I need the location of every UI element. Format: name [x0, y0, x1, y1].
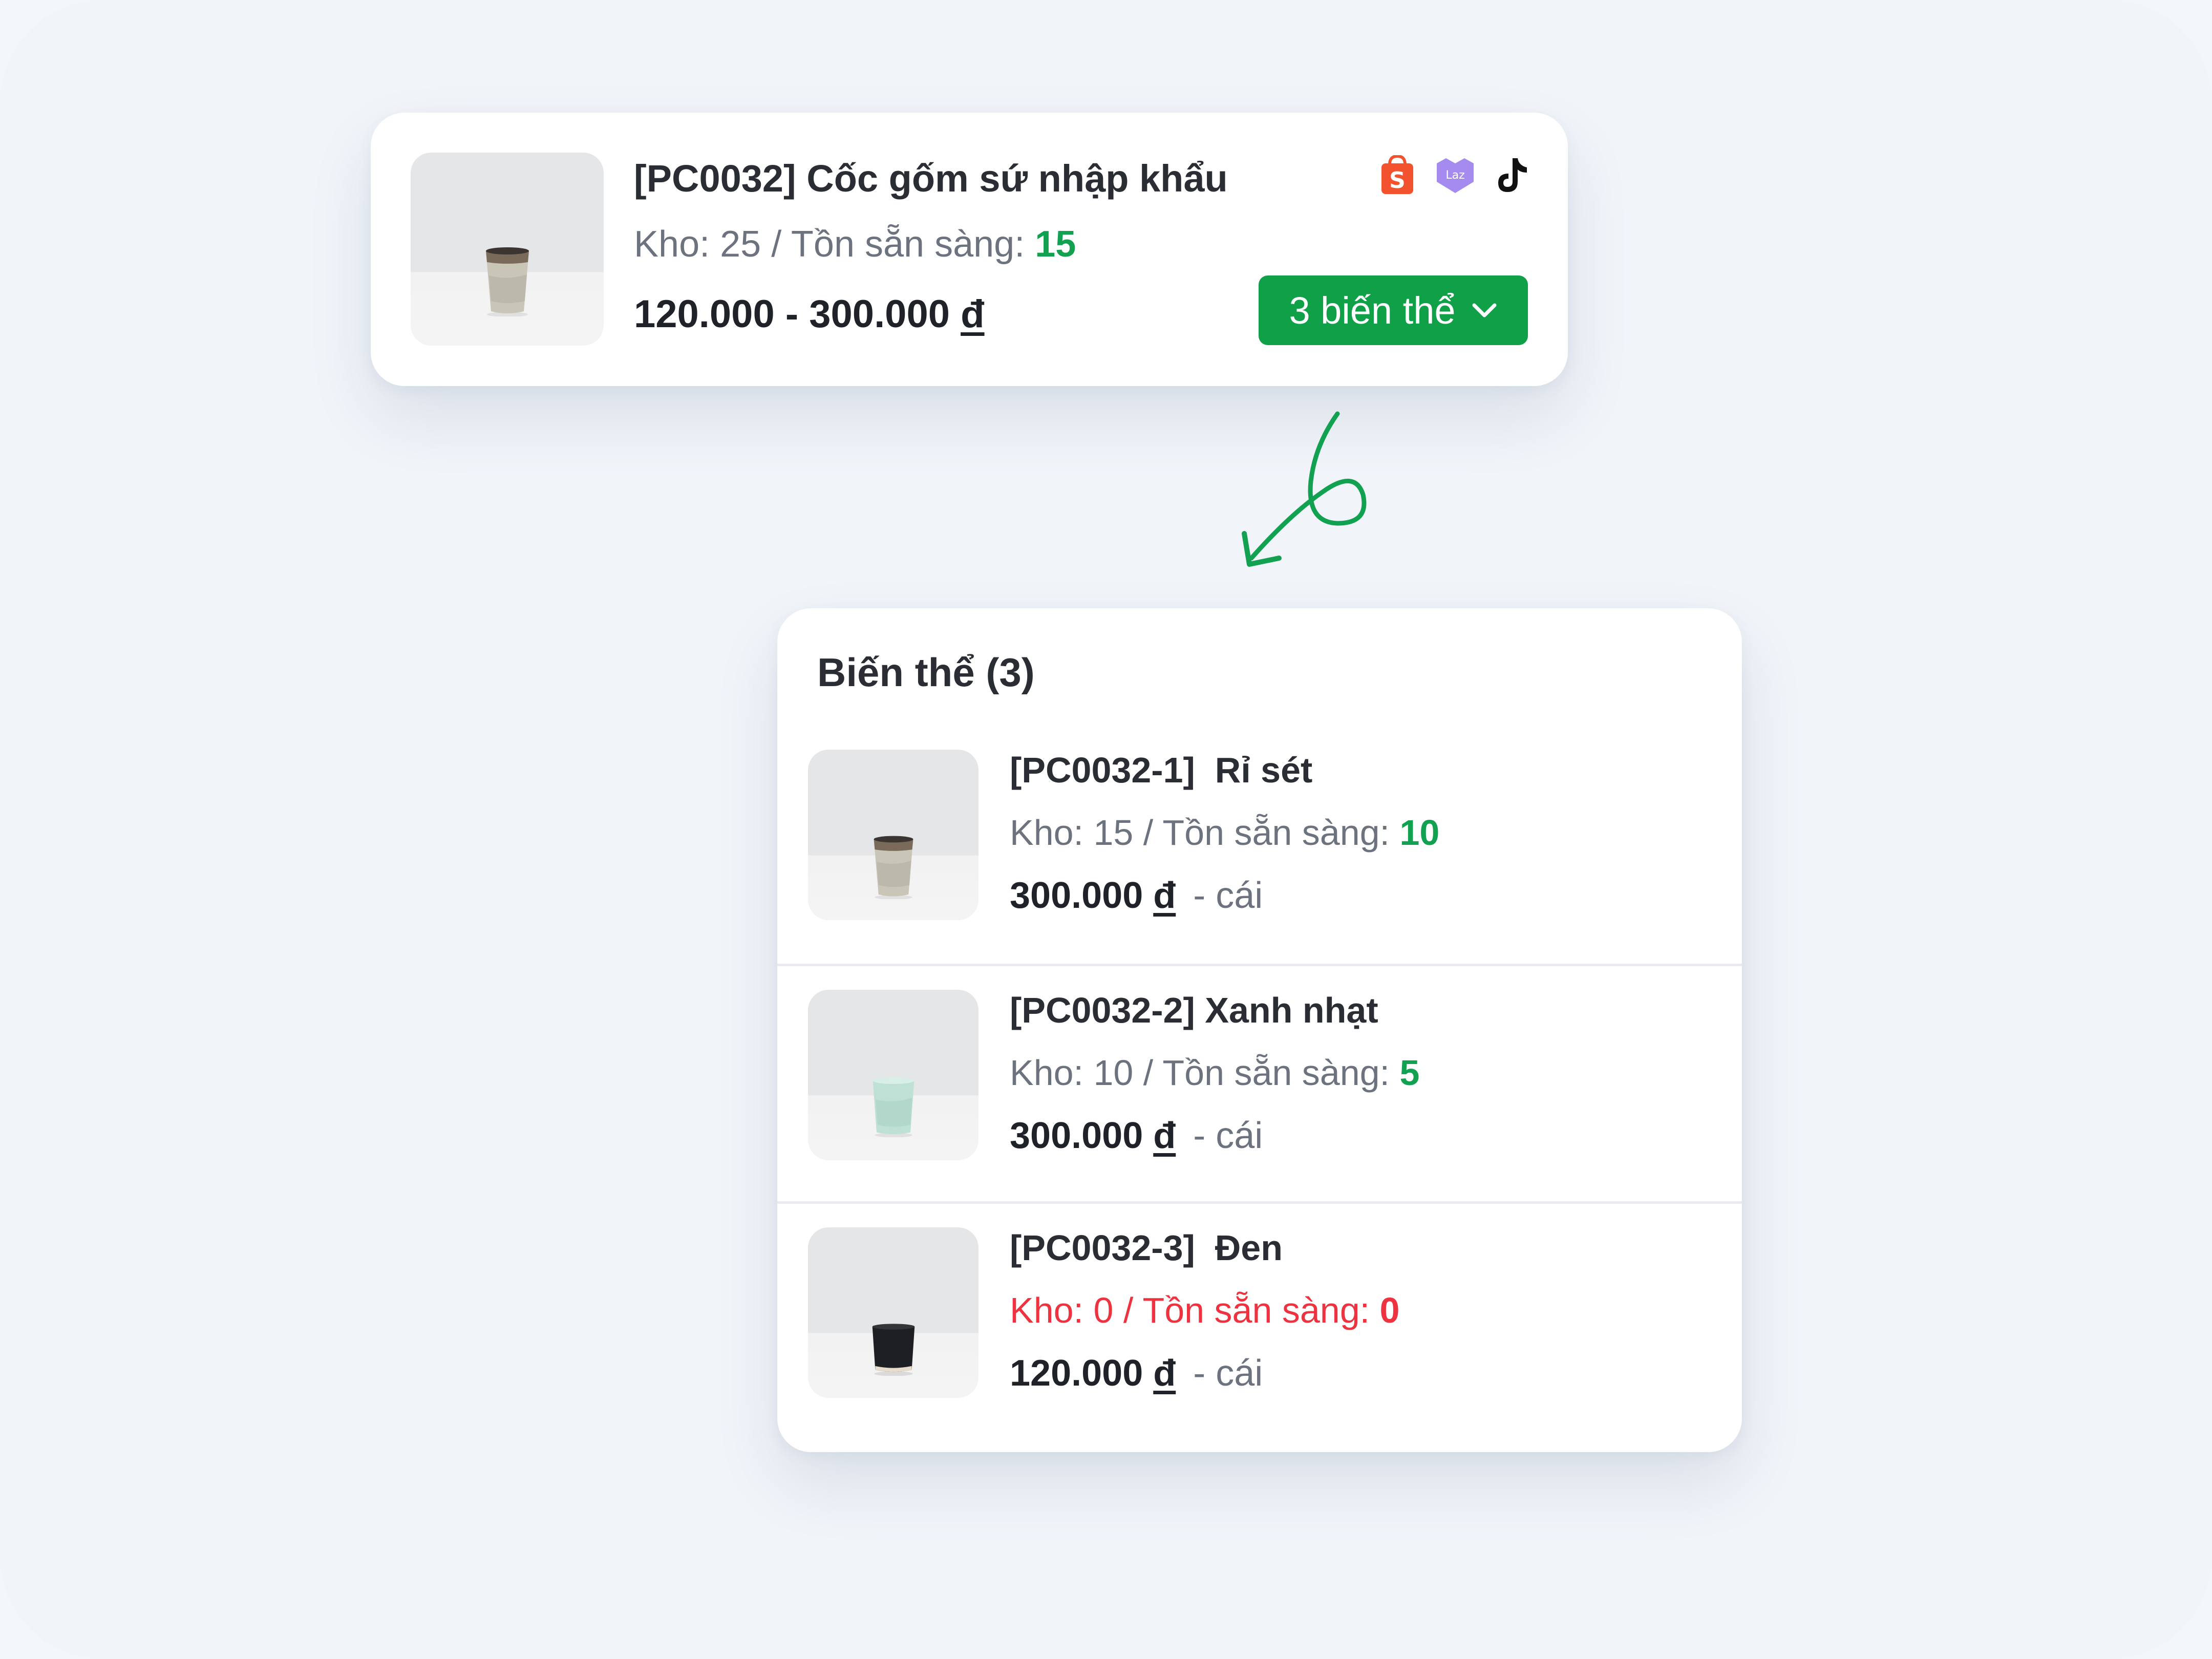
price-value: 300.000 — [1010, 1115, 1143, 1156]
ceramic-cup-image — [873, 1077, 914, 1137]
ceramic-cup-image — [485, 247, 529, 316]
variant-row[interactable]: [PC0032-3] Đen Kho: 0 / Tồn sẵn sàng: 0 … — [777, 1201, 1742, 1441]
sales-channels: S Laz — [1379, 154, 1529, 197]
variants-panel: Biến thể (3) [PC0032-1] Rỉ sét Kho: 15 /… — [777, 608, 1742, 1452]
stock-available-count: 5 — [1399, 1053, 1420, 1093]
currency-symbol: đ — [1153, 1353, 1176, 1394]
chevron-down-icon — [1472, 303, 1497, 317]
stock-available-count: 15 — [1035, 224, 1076, 265]
variant-price: 300.000 đ - cái — [1010, 875, 1263, 917]
product-stock: Kho: 25 / Tồn sẵn sàng: 15 — [634, 223, 1076, 265]
variant-image — [808, 750, 979, 920]
variants-button-label: 3 biến thể — [1289, 289, 1456, 332]
stock-available-count: 0 — [1379, 1290, 1400, 1330]
variant-code: [PC0032-1] — [1010, 750, 1195, 790]
unit-label: - cái — [1193, 875, 1263, 916]
variant-price: 120.000 đ - cái — [1010, 1352, 1263, 1394]
variant-row[interactable]: [PC0032-1] Rỉ sét Kho: 15 / Tồn sẵn sàng… — [777, 726, 1742, 964]
unit-label: - cái — [1193, 1353, 1263, 1394]
product-card[interactable]: [PC0032] Cốc gốm sứ nhập khẩu Kho: 25 / … — [371, 113, 1568, 386]
variant-code: [PC0032-2] — [1010, 990, 1195, 1030]
product-image — [411, 153, 604, 346]
svg-text:Laz: Laz — [1445, 169, 1464, 182]
currency-symbol: đ — [1153, 875, 1176, 916]
price-range: 120.000 - 300.000 — [634, 292, 950, 336]
variant-label: Xanh nhạt — [1205, 990, 1378, 1030]
variant-label: Đen — [1215, 1228, 1283, 1268]
stock-label: Kho: 15 / Tồn sẵn sàng: — [1010, 813, 1390, 853]
shopee-icon[interactable]: S — [1379, 155, 1415, 195]
variant-image — [808, 1227, 979, 1398]
unit-label: - cái — [1193, 1115, 1263, 1156]
variant-name: [PC0032-3] Đen — [1010, 1227, 1283, 1268]
variant-label: Rỉ sét — [1215, 750, 1313, 790]
currency-symbol: đ — [961, 292, 985, 336]
variant-price: 300.000 đ - cái — [1010, 1115, 1263, 1157]
variant-row[interactable]: [PC0032-2] Xanh nhạt Kho: 10 / Tồn sẵn s… — [777, 964, 1742, 1204]
stock-label: Kho: 0 / Tồn sẵn sàng: — [1010, 1290, 1370, 1330]
tiktok-icon[interactable] — [1495, 156, 1529, 194]
product-price: 120.000 - 300.000 đ — [634, 292, 985, 336]
stock-available-count: 10 — [1399, 813, 1440, 853]
variants-panel-title: Biến thể (3) — [817, 650, 1035, 695]
variant-stock: Kho: 10 / Tồn sẵn sàng: 5 — [1010, 1052, 1419, 1093]
variant-stock: Kho: 0 / Tồn sẵn sàng: 0 — [1010, 1290, 1399, 1331]
product-title: [PC0032] Cốc gốm sứ nhập khẩu — [634, 157, 1228, 200]
variant-name: [PC0032-1] Rỉ sét — [1010, 750, 1312, 791]
price-value: 120.000 — [1010, 1353, 1143, 1394]
lazada-icon[interactable]: Laz — [1434, 156, 1477, 194]
svg-text:S: S — [1389, 167, 1406, 194]
variant-stock: Kho: 15 / Tồn sẵn sàng: 10 — [1010, 812, 1439, 853]
ceramic-cup-image — [872, 1324, 914, 1376]
variants-dropdown-button[interactable]: 3 biến thể — [1259, 275, 1528, 345]
stock-label: Kho: 25 / Tồn sẵn sàng: — [634, 224, 1025, 265]
variant-name: [PC0032-2] Xanh nhạt — [1010, 990, 1378, 1031]
currency-symbol: đ — [1153, 1115, 1176, 1156]
stock-label: Kho: 10 / Tồn sẵn sàng: — [1010, 1053, 1390, 1093]
ceramic-cup-image — [874, 836, 913, 899]
variant-image — [808, 990, 979, 1160]
price-value: 300.000 — [1010, 875, 1143, 916]
variant-code: [PC0032-3] — [1010, 1228, 1195, 1268]
curly-arrow-icon — [1242, 411, 1367, 567]
